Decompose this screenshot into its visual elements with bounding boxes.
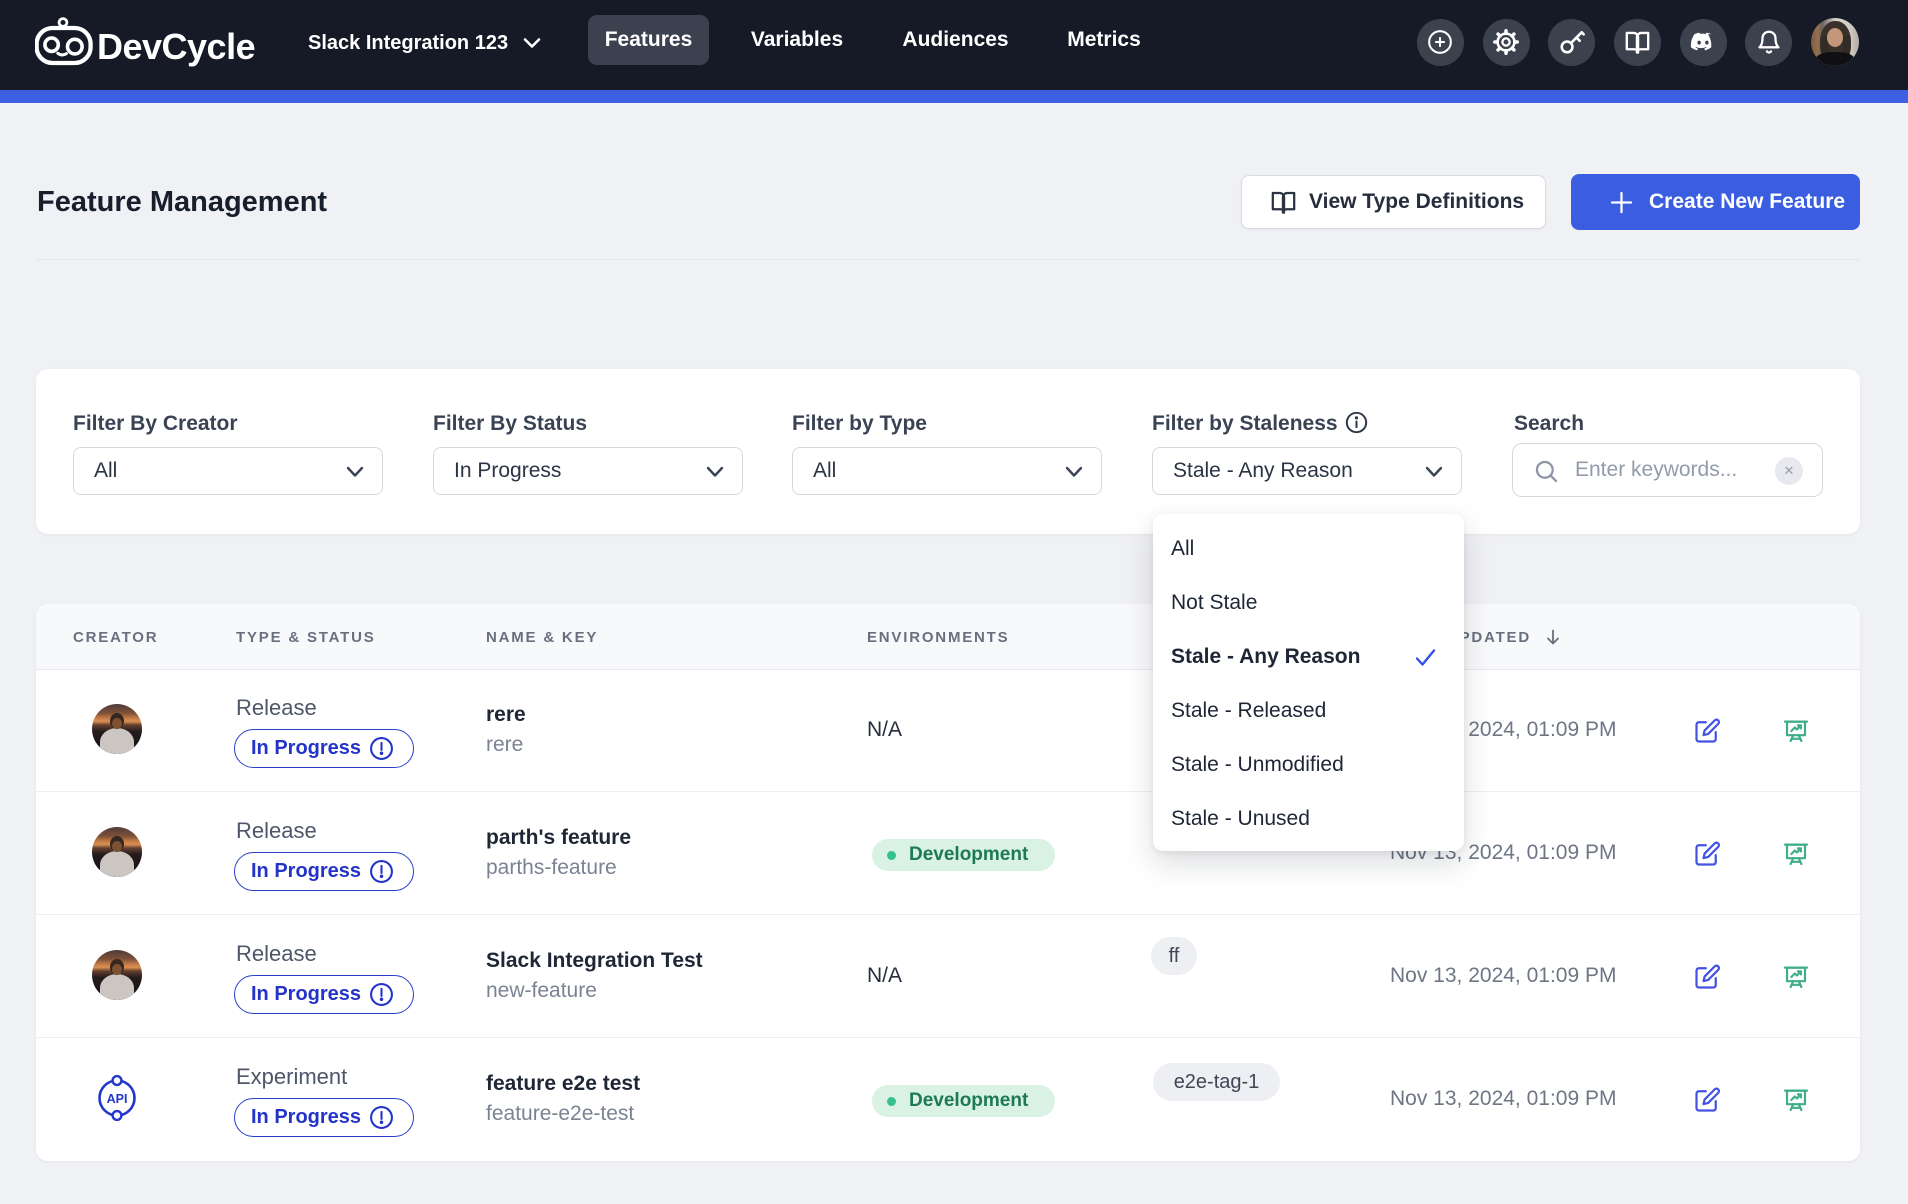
svg-text:API: API [107,1092,128,1106]
